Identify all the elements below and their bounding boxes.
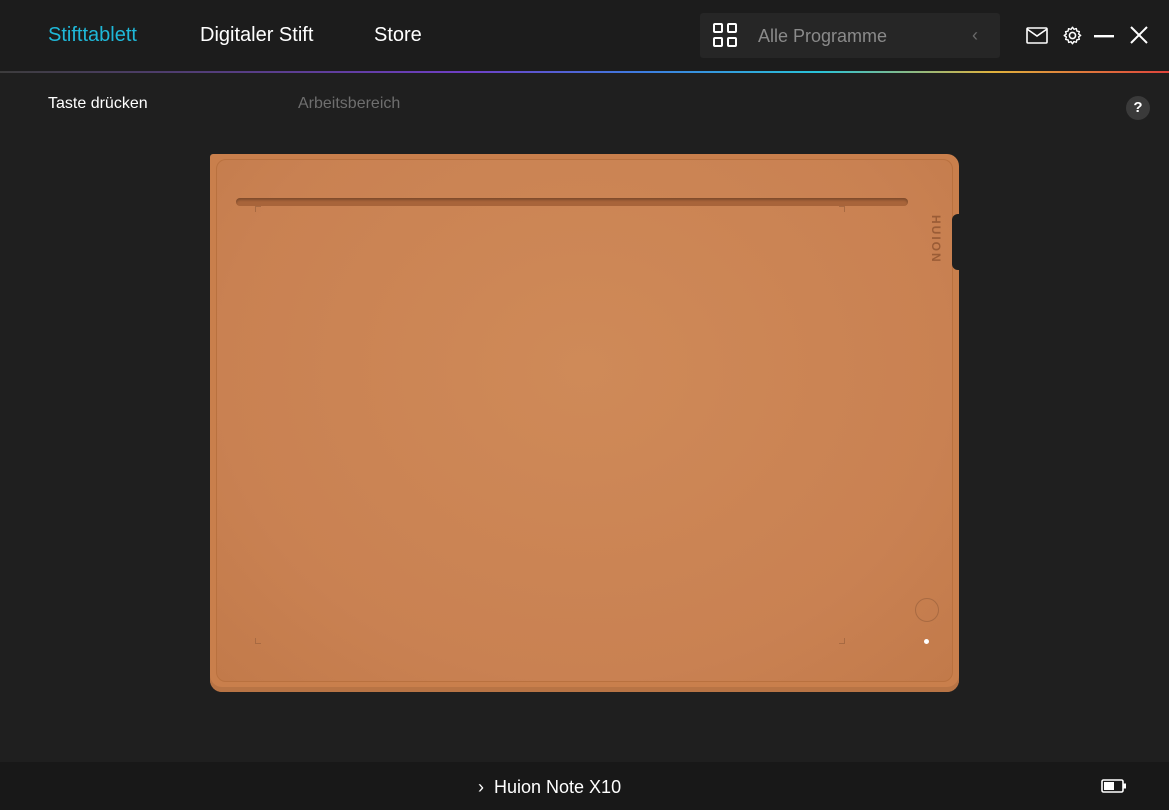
work-area-corner <box>255 206 261 212</box>
program-search-input[interactable] <box>758 23 958 49</box>
tablet-preview: HUION <box>210 154 959 692</box>
program-selector[interactable]: ‹ <box>700 13 1000 58</box>
subtab-taste-druecken[interactable]: Taste drücken <box>48 94 148 114</box>
tablet-button-icon[interactable] <box>915 598 939 622</box>
tab-stifttablett[interactable]: Stifttablett <box>48 22 137 48</box>
tab-store[interactable]: Store <box>374 22 422 48</box>
tablet-side-notch <box>952 214 960 270</box>
help-icon[interactable]: ? <box>1126 96 1150 120</box>
status-led <box>924 639 929 644</box>
battery-icon <box>1101 779 1126 793</box>
tab-digitaler-stift[interactable]: Digitaler Stift <box>200 22 313 48</box>
work-area-corner <box>839 206 845 212</box>
status-bar: › Huion Note X10 <box>0 762 1169 810</box>
subtab-arbeitsbereich[interactable]: Arbeitsbereich <box>298 94 400 114</box>
chevron-left-icon[interactable]: ‹ <box>972 25 978 46</box>
device-selector[interactable]: › Huion Note X10 <box>478 777 621 798</box>
pen-slot <box>236 198 908 206</box>
work-area-corner <box>255 638 261 644</box>
work-area-corner <box>839 638 845 644</box>
tablet-surface: HUION <box>216 159 953 682</box>
chevron-right-icon: › <box>478 777 484 797</box>
close-icon[interactable] <box>1130 26 1148 44</box>
minimize-icon[interactable] <box>1094 34 1114 38</box>
gear-icon[interactable] <box>1062 25 1083 46</box>
header-divider <box>0 71 1169 73</box>
top-navigation-bar: Stifttablett Digitaler Stift Store ‹ <box>0 0 1169 73</box>
device-name-label: Huion Note X10 <box>494 777 622 797</box>
grid-icon <box>713 23 739 49</box>
brand-logo: HUION <box>929 215 943 264</box>
mail-icon[interactable] <box>1026 27 1048 44</box>
